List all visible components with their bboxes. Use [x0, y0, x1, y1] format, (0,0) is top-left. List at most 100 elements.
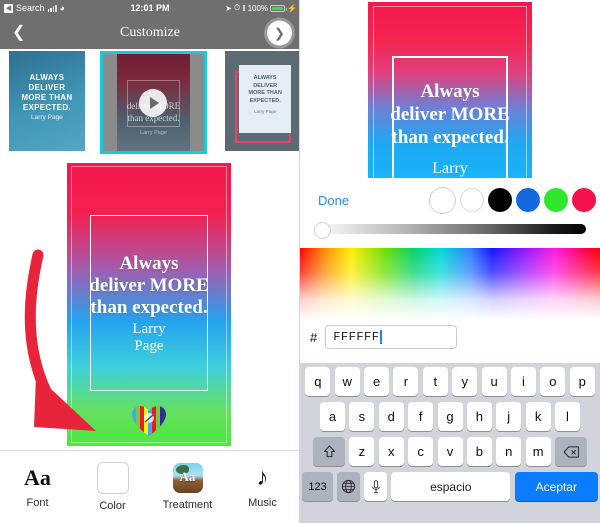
color-picker-screen: Always deliver MORE than expected. Larry D…: [300, 0, 600, 523]
thumbnail-author: Larry Page: [254, 109, 277, 114]
backspace-key[interactable]: [555, 437, 587, 466]
thumbnail-quote: ALWAYS DELIVER MORE THAN EXPECTED.: [248, 75, 282, 104]
next-button[interactable]: ❯: [267, 20, 292, 45]
chevron-left-icon[interactable]: ❮: [12, 24, 25, 41]
status-bar-right: ➤ ⏱ ‖ 100% ⚡: [225, 3, 297, 13]
battery-percent: 100%: [247, 3, 269, 13]
toolbar-label: Font: [26, 497, 49, 509]
key-u[interactable]: u: [481, 367, 507, 396]
hex-color-input[interactable]: FFFFFF: [325, 325, 458, 349]
card-quote-text: Always deliver MORE than expected.: [89, 253, 209, 318]
thumbnail-option-1[interactable]: ALWAYS DELIVER MORE THAN EXPECTED. Larry Pa…: [9, 51, 85, 151]
page-title: Customize: [120, 24, 180, 40]
key-n[interactable]: n: [496, 437, 522, 466]
treatment-image-icon: Aa: [172, 463, 203, 493]
globe-key[interactable]: [337, 472, 360, 501]
location-arrow-icon: ➤: [225, 3, 232, 13]
numbers-key[interactable]: 123: [302, 472, 333, 501]
shift-key[interactable]: [313, 437, 345, 466]
thumbnail-author: Larry Page: [31, 114, 63, 121]
color-spectrum-picker[interactable]: [300, 248, 600, 320]
bluetooth-icon: ‖: [242, 3, 246, 13]
key-q[interactable]: q: [305, 367, 331, 396]
swatch-white[interactable]: [460, 188, 484, 212]
key-y[interactable]: y: [452, 367, 478, 396]
swatch-black[interactable]: [488, 188, 512, 212]
toolbar-label: Color: [99, 500, 126, 512]
slider-track: [314, 224, 586, 234]
keyboard-row-2: a s d f g h j k l: [300, 402, 600, 431]
screenshot-root: ◀ Search ◕ 12:01 PM ➤ ⏱ ‖ 100% ⚡ ❮ Custo…: [0, 0, 600, 523]
onscreen-keyboard: q w e r t y u i o p a s d f g h j k l z …: [300, 363, 600, 523]
keyboard-row-1: q w e r t y u i o p: [300, 367, 600, 396]
editor-toolbar: Aa Font Color Aa Treatment ♪ Music: [0, 450, 300, 523]
key-x[interactable]: x: [378, 437, 404, 466]
color-toolbar-row: Done: [300, 182, 600, 218]
key-h[interactable]: h: [466, 402, 492, 431]
key-e[interactable]: e: [364, 367, 390, 396]
main-preview-card[interactable]: Always deliver MORE than expected. Larry Pa…: [67, 163, 231, 446]
swatch-white-selected[interactable]: [429, 186, 456, 214]
status-bar: ◀ Search ◕ 12:01 PM ➤ ⏱ ‖ 100% ⚡: [0, 0, 300, 16]
key-k[interactable]: k: [525, 402, 551, 431]
microphone-icon: [371, 479, 380, 493]
brightness-slider[interactable]: [314, 222, 586, 239]
key-t[interactable]: t: [422, 367, 448, 396]
keyboard-row-4: 123 espacio Aceptar: [300, 472, 600, 501]
key-s[interactable]: s: [349, 402, 375, 431]
key-a[interactable]: a: [320, 402, 345, 431]
space-key[interactable]: espacio: [391, 472, 511, 501]
nav-bar: ❮ Customize ❯: [0, 16, 300, 49]
key-w[interactable]: w: [334, 367, 360, 396]
color-preview-card[interactable]: Always deliver MORE than expected. Larry: [368, 2, 532, 184]
template-thumbnail-strip: ALWAYS DELIVER MORE THAN EXPECTED. Larry Pa…: [0, 51, 300, 157]
done-button[interactable]: Done: [318, 193, 349, 208]
toolbar-item-color[interactable]: Color: [75, 462, 150, 512]
toolbar-label: Treatment: [162, 499, 213, 511]
hex-input-value: FFFFFF: [333, 330, 380, 344]
key-o[interactable]: o: [540, 367, 566, 396]
battery-icon: [270, 4, 288, 12]
key-d[interactable]: d: [378, 402, 404, 431]
swatch-blue[interactable]: [516, 188, 540, 212]
toolbar-item-music[interactable]: ♪ Music: [225, 464, 300, 510]
swatch-red[interactable]: [572, 188, 596, 212]
card-author-text: Larry: [432, 160, 468, 177]
key-f[interactable]: f: [408, 402, 434, 431]
toolbar-item-treatment[interactable]: Aa Treatment: [150, 463, 225, 511]
alarm-clock-icon: ⏱: [234, 3, 241, 12]
key-v[interactable]: v: [437, 437, 463, 466]
key-g[interactable]: g: [437, 402, 463, 431]
key-p[interactable]: p: [569, 367, 595, 396]
thumbnail-option-2-selected[interactable]: deliver MOREthan expected. Larry Page: [99, 51, 208, 154]
key-i[interactable]: i: [510, 367, 536, 396]
color-swatch-list: [429, 182, 596, 218]
shift-arrow-icon: [323, 445, 335, 458]
font-aa-icon: Aa: [24, 465, 51, 490]
thumbnail-quote: ALWAYS DELIVER MORE THAN EXPECTED.: [21, 73, 73, 112]
swatch-green[interactable]: [544, 188, 568, 212]
thumbnail-option-3[interactable]: ALWAYS DELIVER MORE THAN EXPECTED. Larry Pa…: [225, 51, 300, 151]
key-m[interactable]: m: [525, 437, 551, 466]
microphone-key[interactable]: [364, 472, 387, 501]
card-author-text: Larry Page: [132, 321, 166, 354]
key-c[interactable]: c: [408, 437, 434, 466]
key-b[interactable]: b: [466, 437, 492, 466]
hex-prefix-label: #: [310, 329, 318, 345]
thumbnail-author: Larry Page: [140, 130, 167, 136]
accept-key[interactable]: Aceptar: [514, 472, 598, 501]
toolbar-item-font[interactable]: Aa Font: [0, 465, 75, 509]
striped-heart-logo: [132, 406, 166, 436]
key-r[interactable]: r: [393, 367, 419, 396]
keyboard-row-3: z x c v b n m: [300, 437, 600, 466]
text-cursor: [380, 330, 382, 344]
key-j[interactable]: j: [496, 402, 522, 431]
hex-input-row: # FFFFFF: [300, 320, 600, 354]
key-z[interactable]: z: [349, 437, 375, 466]
key-l[interactable]: l: [555, 402, 580, 431]
music-note-icon: ♪: [256, 464, 269, 491]
slider-knob[interactable]: [314, 222, 331, 239]
play-button-icon[interactable]: [139, 88, 168, 117]
chevron-right-icon: ❯: [274, 25, 285, 40]
charging-bolt-icon: ⚡: [287, 3, 297, 13]
